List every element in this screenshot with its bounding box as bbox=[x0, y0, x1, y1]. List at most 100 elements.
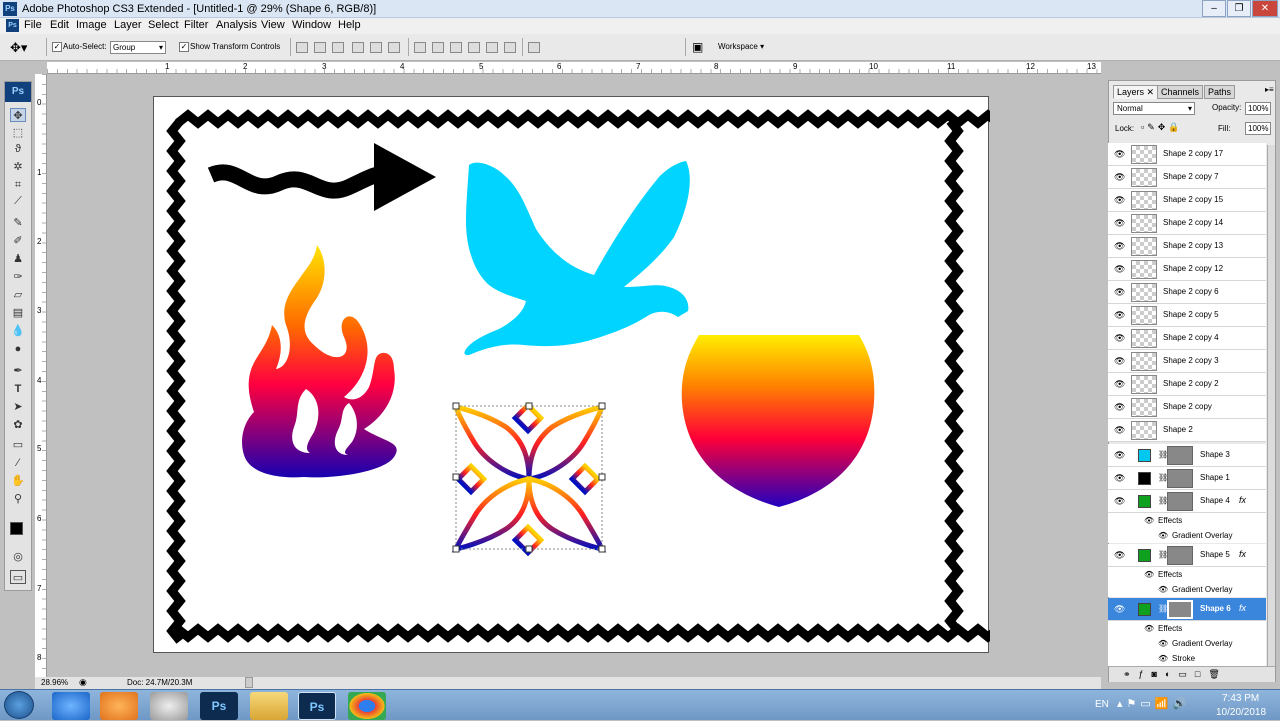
visibility-eye-icon[interactable]: 👁 bbox=[1114, 425, 1125, 435]
panel-menu-icon[interactable]: ▸≡ bbox=[1265, 85, 1274, 94]
visibility-eye-icon[interactable]: 👁 bbox=[1114, 264, 1125, 274]
distribute-right-button[interactable] bbox=[504, 42, 516, 53]
visibility-eye-icon[interactable]: 👁 bbox=[1114, 172, 1125, 182]
chrome-icon[interactable] bbox=[348, 692, 386, 720]
align-right-button[interactable] bbox=[388, 42, 400, 53]
crop-tool-icon[interactable]: ⌗ bbox=[10, 178, 26, 192]
visibility-eye-icon[interactable]: 👁 bbox=[1114, 450, 1125, 460]
healing-brush-tool-icon[interactable]: ✎ bbox=[10, 216, 26, 230]
align-hcenter-button[interactable] bbox=[370, 42, 382, 53]
zoom-level[interactable]: 28.96% bbox=[41, 678, 68, 687]
auto-select-dropdown[interactable]: Group ▾ bbox=[110, 41, 166, 54]
effects-row[interactable]: 👁 Effects bbox=[1108, 567, 1266, 582]
lasso-tool-icon[interactable]: ϑ bbox=[10, 142, 26, 156]
minimize-button[interactable]: – bbox=[1202, 0, 1226, 17]
layer-row[interactable]: 👁 Shape 2 copy 12 bbox=[1108, 258, 1266, 281]
quick-mask-icon[interactable]: ◎ bbox=[10, 550, 26, 564]
clone-stamp-tool-icon[interactable]: ♟ bbox=[10, 252, 26, 266]
layers-scrollbar[interactable] bbox=[1267, 145, 1275, 667]
visibility-eye-icon[interactable]: 👁 bbox=[1114, 287, 1125, 297]
menu-layer[interactable]: Layer bbox=[114, 19, 142, 31]
visibility-eye-icon[interactable]: 👁 bbox=[1114, 604, 1125, 614]
shape-layer-row-selected[interactable]: 👁 ⛓ Shape 6 fx bbox=[1108, 598, 1266, 621]
menu-window[interactable]: Window bbox=[292, 19, 331, 31]
menu-image[interactable]: Image bbox=[76, 19, 107, 31]
layer-row[interactable]: 👁 Shape 2 copy 3 bbox=[1108, 350, 1266, 373]
align-vcenter-button[interactable] bbox=[314, 42, 326, 53]
bridge-icon[interactable]: ▣ bbox=[692, 40, 703, 54]
visibility-eye-icon[interactable]: 👁 bbox=[1114, 550, 1125, 560]
opacity-field[interactable]: 100% bbox=[1245, 102, 1271, 115]
fill-color-swatch[interactable] bbox=[1138, 549, 1151, 562]
photoshop-running-icon[interactable]: Ps bbox=[298, 692, 336, 720]
file-explorer-icon[interactable] bbox=[250, 692, 288, 720]
marquee-tool-icon[interactable]: ⬚ bbox=[10, 126, 26, 140]
internet-explorer-icon[interactable] bbox=[52, 692, 90, 720]
layer-row[interactable]: 👁 Shape 2 copy 17 bbox=[1108, 143, 1266, 166]
vector-mask-thumbnail[interactable] bbox=[1167, 600, 1193, 619]
visibility-eye-icon[interactable]: 👁 bbox=[1114, 241, 1125, 251]
blur-tool-icon[interactable]: 💧 bbox=[10, 324, 26, 338]
effect-row[interactable]: 👁 Stroke bbox=[1108, 651, 1266, 666]
align-bottom-button[interactable] bbox=[332, 42, 344, 53]
distribute-vcenter-button[interactable] bbox=[432, 42, 444, 53]
status-menu-icon[interactable]: ◉ bbox=[79, 677, 87, 688]
layer-row[interactable]: 👁 Shape 2 copy 7 bbox=[1108, 166, 1266, 189]
effects-row[interactable]: 👁 Effects bbox=[1108, 513, 1266, 528]
magic-wand-tool-icon[interactable]: ✲ bbox=[10, 160, 26, 174]
layer-row[interactable]: 👁 Shape 2 copy 13 bbox=[1108, 235, 1266, 258]
tray-icons[interactable]: ▴⚑▭📶🔊 bbox=[1117, 697, 1190, 710]
visibility-eye-icon[interactable]: 👁 bbox=[1114, 379, 1125, 389]
type-tool-icon[interactable]: T bbox=[10, 382, 26, 396]
visibility-eye-icon[interactable]: 👁 bbox=[1114, 402, 1125, 412]
auto-select-checkbox[interactable]: ✓ bbox=[52, 42, 62, 52]
menu-help[interactable]: Help bbox=[338, 19, 361, 31]
effect-row[interactable]: 👁 Gradient Overlay bbox=[1108, 636, 1266, 651]
auto-align-button[interactable] bbox=[528, 42, 540, 53]
vector-mask-thumbnail[interactable] bbox=[1167, 469, 1193, 488]
tab-layers[interactable]: Layers ✕ bbox=[1113, 85, 1159, 99]
effect-row[interactable]: 👁 Gradient Overlay bbox=[1108, 528, 1266, 543]
workspace-menu[interactable]: Workspace ▾ bbox=[718, 42, 764, 51]
brush-tool-icon[interactable]: ✐ bbox=[10, 234, 26, 248]
zoom-tool-icon[interactable]: ⚲ bbox=[10, 492, 26, 506]
layer-row[interactable]: 👁 Shape 2 copy bbox=[1108, 396, 1266, 419]
move-tool-icon[interactable]: ✥ bbox=[10, 108, 26, 122]
maximize-button[interactable]: ❐ bbox=[1227, 0, 1251, 17]
effect-row[interactable]: 👁 Gradient Overlay bbox=[1108, 582, 1266, 597]
close-button[interactable]: ✕ bbox=[1252, 0, 1278, 17]
menu-select[interactable]: Select bbox=[148, 19, 179, 31]
menu-view[interactable]: View bbox=[261, 19, 285, 31]
visibility-eye-icon[interactable]: 👁 bbox=[1114, 356, 1125, 366]
fill-color-swatch[interactable] bbox=[1138, 472, 1151, 485]
layer-row[interactable]: 👁 Shape 2 copy 15 bbox=[1108, 189, 1266, 212]
menu-analysis[interactable]: Analysis bbox=[216, 19, 257, 31]
screen-mode-icon[interactable]: ▭ bbox=[10, 570, 26, 584]
fill-color-swatch[interactable] bbox=[1138, 449, 1151, 462]
language-indicator[interactable]: EN bbox=[1095, 699, 1109, 710]
pen-tool-icon[interactable]: ✒ bbox=[10, 364, 26, 378]
eyedropper-tool-icon[interactable]: ⁄ bbox=[10, 456, 26, 470]
visibility-eye-icon[interactable]: 👁 bbox=[1114, 473, 1125, 483]
vector-mask-thumbnail[interactable] bbox=[1167, 546, 1193, 565]
menu-filter[interactable]: Filter bbox=[184, 19, 208, 31]
media-player-icon[interactable] bbox=[100, 692, 138, 720]
shape-layer-row[interactable]: 👁 ⛓ Shape 4 fx bbox=[1108, 490, 1266, 513]
layer-row[interactable]: 👁 Shape 2 copy 5 bbox=[1108, 304, 1266, 327]
fill-color-swatch[interactable] bbox=[1138, 603, 1151, 616]
photoshop-pinned-icon[interactable]: Ps bbox=[200, 692, 238, 720]
menu-edit[interactable]: Edit bbox=[50, 19, 69, 31]
move-tool-icon[interactable]: ✥▾ bbox=[10, 40, 27, 56]
transform-controls-checkbox[interactable]: ✓ bbox=[179, 42, 189, 52]
slice-tool-icon[interactable]: ⟋ bbox=[10, 194, 26, 208]
visibility-eye-icon[interactable]: 👁 bbox=[1114, 310, 1125, 320]
lock-icons[interactable]: ▫✎✥🔒 bbox=[1141, 122, 1182, 133]
tab-paths[interactable]: Paths bbox=[1204, 85, 1236, 99]
fx-icon[interactable]: fx bbox=[1239, 549, 1246, 559]
distribute-top-button[interactable] bbox=[414, 42, 426, 53]
foreground-color-swatch[interactable] bbox=[10, 522, 23, 535]
status-arrow-button[interactable] bbox=[245, 677, 253, 688]
visibility-eye-icon[interactable]: 👁 bbox=[1114, 496, 1125, 506]
effects-row[interactable]: 👁 Effects bbox=[1108, 621, 1266, 636]
shape-layer-row[interactable]: 👁 ⛓ Shape 1 bbox=[1108, 467, 1266, 490]
